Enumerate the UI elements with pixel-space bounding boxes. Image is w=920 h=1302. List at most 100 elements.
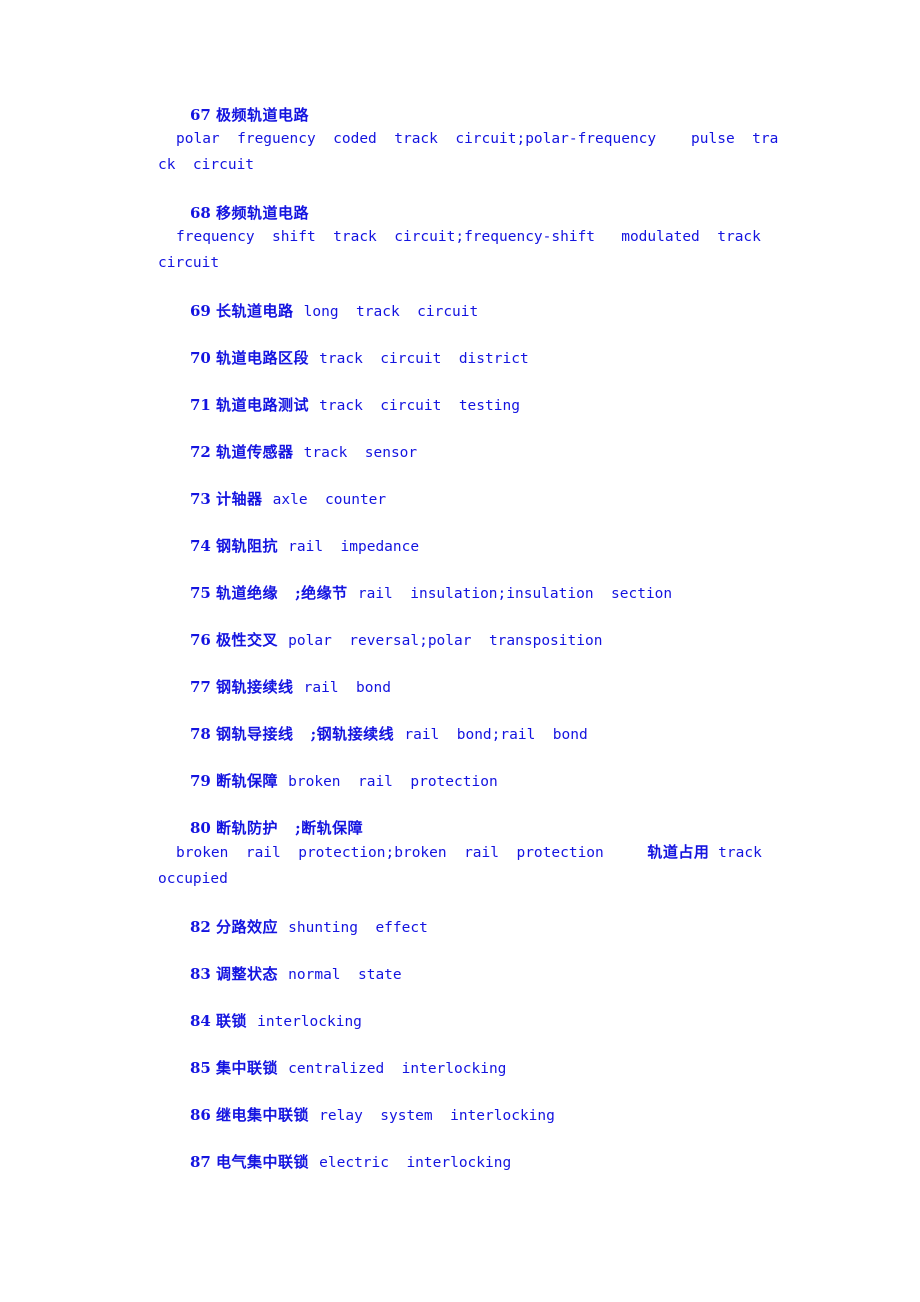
entry-number: 87	[190, 1153, 211, 1171]
entry-term-en: centralized interlocking	[288, 1061, 507, 1077]
entry-term-zh: 长轨道电路	[215, 302, 294, 320]
glossary-entry: 76 极性交叉 polar reversal;polar transpositi…	[0, 629, 920, 652]
entry-term-en: shunting effect	[288, 920, 428, 936]
glossary-entry: 71 轨道电路测试 track circuit testing	[0, 394, 920, 417]
entry-term-en: polar reversal;polar transposition	[288, 633, 603, 649]
entry-term-zh: 移频轨道电路	[215, 204, 309, 222]
entry-term-en: broken rail protection;broken rail prote…	[176, 845, 604, 861]
entry-headword: 68 移频轨道电路	[0, 202, 920, 224]
entry-term-zh: 计轴器	[215, 490, 263, 508]
entry-term-en: frequency shift track circuit;frequency-…	[158, 229, 779, 271]
glossary-entry: 80 断轨防护 ;断轨保障 broken rail protection;brok…	[0, 817, 920, 892]
glossary-entry: 77 钢轨接续线 rail bond	[0, 676, 920, 699]
entry-number: 83	[190, 965, 211, 983]
entry-headword: 80 断轨防护 ;断轨保障	[0, 817, 920, 839]
entry-line: 77 钢轨接续线 rail bond	[0, 676, 920, 699]
glossary-entry: 82 分路效应 shunting effect	[0, 916, 920, 939]
entry-line: 85 集中联锁 centralized interlocking	[0, 1057, 920, 1080]
entry-number: 70	[190, 349, 211, 367]
entry-number: 86	[190, 1106, 211, 1124]
entry-term-en: rail bond	[303, 680, 391, 696]
entry-term-zh: 钢轨阻抗	[215, 537, 278, 555]
entry-term-zh: 轨道电路区段	[215, 349, 309, 367]
entry-line: 84 联锁 interlocking	[0, 1010, 920, 1033]
entry-term-zh: 钢轨导接线 ;钢轨接续线	[215, 725, 395, 743]
entry-term-zh: 极频轨道电路	[215, 106, 309, 124]
entry-line: 73 计轴器 axle counter	[0, 488, 920, 511]
entry-line: 72 轨道传感器 track sensor	[0, 441, 920, 464]
glossary-entry: 84 联锁 interlocking	[0, 1010, 920, 1033]
entry-term-zh: 断轨保障	[215, 772, 278, 790]
entry-number: 84	[190, 1012, 211, 1030]
entry-term-en: normal state	[288, 967, 402, 983]
entry-term-zh: 轨道绝缘 ;绝缘节	[215, 584, 348, 602]
entry-term-zh: 调整状态	[215, 965, 278, 983]
entry-term-en: track circuit testing	[319, 398, 520, 414]
entry-line: 70 轨道电路区段 track circuit district	[0, 347, 920, 370]
entry-term-zh: 分路效应	[215, 918, 278, 936]
glossary-list: 67 极频轨道电路 polar freguency coded track cir…	[0, 104, 920, 1174]
entry-number: 73	[190, 490, 211, 508]
entry-term-zh: 钢轨接续线	[215, 678, 294, 696]
glossary-entry: 73 计轴器 axle counter	[0, 488, 920, 511]
entry-number: 85	[190, 1059, 211, 1077]
entry-definition: frequency shift track circuit;frequency-…	[0, 224, 786, 276]
glossary-entry: 68 移频轨道电路 frequency shift track circuit;f…	[0, 202, 920, 276]
entry-line: 83 调整状态 normal state	[0, 963, 920, 986]
entry-number: 80	[190, 819, 211, 837]
entry-trailing-term-zh: 轨道占用	[647, 843, 710, 861]
entry-line: 69 长轨道电路 long track circuit	[0, 300, 920, 323]
entry-term-zh: 电气集中联锁	[215, 1153, 309, 1171]
entry-line: 75 轨道绝缘 ;绝缘节 rail insulation;insulation …	[0, 582, 920, 605]
entry-number: 77	[190, 678, 211, 696]
entry-term-en: rail bond;rail bond	[404, 727, 588, 743]
glossary-entry: 72 轨道传感器 track sensor	[0, 441, 920, 464]
entry-number: 71	[190, 396, 211, 414]
entry-number: 67	[190, 106, 211, 124]
entry-term-zh: 断轨防护 ;断轨保障	[215, 819, 364, 837]
entry-term-en: rail impedance	[288, 539, 420, 555]
entry-line: 79 断轨保障 broken rail protection	[0, 770, 920, 793]
entry-term-en: track sensor	[303, 445, 418, 461]
glossary-entry: 86 继电集中联锁 relay system interlocking	[0, 1104, 920, 1127]
document-page: 67 极频轨道电路 polar freguency coded track cir…	[0, 0, 920, 1302]
entry-definition: polar freguency coded track circuit;pola…	[0, 126, 786, 178]
entry-line: 87 电气集中联锁 electric interlocking	[0, 1151, 920, 1174]
entry-term-en: polar freguency coded track circuit;pola…	[158, 131, 779, 173]
entry-line: 78 钢轨导接线 ;钢轨接续线 rail bond;rail bond	[0, 723, 920, 746]
entry-term-en: long track circuit	[303, 304, 479, 320]
entry-number: 69	[190, 302, 211, 320]
entry-definition: broken rail protection;broken rail prote…	[0, 839, 786, 892]
glossary-entry: 75 轨道绝缘 ;绝缘节 rail insulation;insulation …	[0, 582, 920, 605]
glossary-entry: 74 钢轨阻抗 rail impedance	[0, 535, 920, 558]
entry-term-zh: 轨道电路测试	[215, 396, 309, 414]
entry-number: 82	[190, 918, 211, 936]
entry-term-zh: 集中联锁	[215, 1059, 278, 1077]
entry-term-en: broken rail protection	[288, 774, 498, 790]
entry-term-zh: 继电集中联锁	[215, 1106, 309, 1124]
glossary-entry: 83 调整状态 normal state	[0, 963, 920, 986]
glossary-entry: 79 断轨保障 broken rail protection	[0, 770, 920, 793]
entry-number: 79	[190, 772, 211, 790]
entry-term-en: axle counter	[272, 492, 387, 508]
glossary-entry: 78 钢轨导接线 ;钢轨接续线 rail bond;rail bond	[0, 723, 920, 746]
entry-number: 68	[190, 204, 211, 222]
entry-line: 82 分路效应 shunting effect	[0, 916, 920, 939]
entry-line: 86 继电集中联锁 relay system interlocking	[0, 1104, 920, 1127]
entry-term-zh: 极性交叉	[215, 631, 278, 649]
entry-line: 71 轨道电路测试 track circuit testing	[0, 394, 920, 417]
glossary-entry: 87 电气集中联锁 electric interlocking	[0, 1151, 920, 1174]
entry-term-en: rail insulation;insulation section	[357, 586, 673, 602]
glossary-entry: 67 极频轨道电路 polar freguency coded track cir…	[0, 104, 920, 178]
entry-term-zh: 联锁	[215, 1012, 247, 1030]
glossary-entry: 69 长轨道电路 long track circuit	[0, 300, 920, 323]
entry-number: 78	[190, 725, 211, 743]
entry-number: 74	[190, 537, 211, 555]
entry-number: 76	[190, 631, 211, 649]
entry-line: 76 极性交叉 polar reversal;polar transpositi…	[0, 629, 920, 652]
entry-term-zh: 轨道传感器	[215, 443, 294, 461]
entry-number: 75	[190, 584, 211, 602]
entry-number: 72	[190, 443, 211, 461]
glossary-entry: 85 集中联锁 centralized interlocking	[0, 1057, 920, 1080]
entry-term-en: electric interlocking	[319, 1155, 512, 1171]
